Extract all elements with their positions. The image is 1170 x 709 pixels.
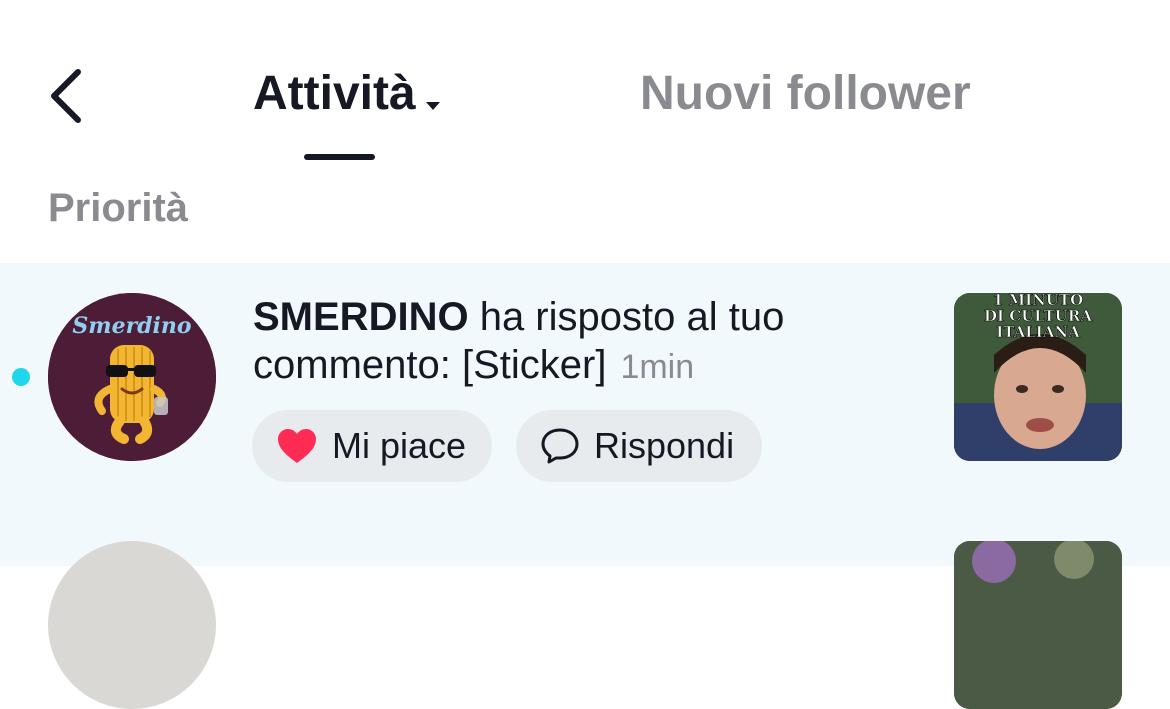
video-thumbnail-image: 1 MINUTO DI CULTURA ITALIANA [954, 293, 1122, 461]
thumbnail-caption-line-3: ITALIANA [996, 323, 1080, 341]
reply-button-label: Rispondi [594, 425, 735, 466]
tab-activity-label: Attività [253, 67, 416, 120]
notification-time: 1min [620, 348, 695, 386]
back-button[interactable] [44, 66, 92, 126]
video-thumbnail[interactable]: 1 MINUTO DI CULTURA ITALIANA [954, 293, 1122, 461]
avatar-logo-text: Smerdino [72, 313, 191, 339]
pasta-mascot-avatar-icon: Smerdino [48, 293, 216, 461]
avatar[interactable]: Smerdino [48, 293, 216, 461]
like-button[interactable]: Mi piace [252, 410, 492, 482]
heart-icon [278, 429, 316, 463]
next-notification-text-clipped [253, 543, 893, 573]
tab-activity[interactable]: Attività [253, 66, 442, 124]
unread-indicator [12, 368, 30, 386]
comment-bubble-icon [541, 428, 579, 464]
next-thumbnail-image [954, 541, 1122, 709]
tab-new-followers-label: Nuovi follower [640, 67, 971, 120]
top-navigation-bar: Attività Nuovi follower [0, 0, 1170, 180]
like-button-label: Mi piace [332, 425, 467, 466]
notification-username[interactable]: SMERDINO [253, 295, 469, 339]
notification-text[interactable]: SMERDINO ha risposto al tuo commento: [S… [253, 293, 893, 391]
chevron-left-icon [51, 69, 81, 123]
active-tab-indicator [304, 154, 375, 160]
tab-new-followers[interactable]: Nuovi follower [640, 66, 971, 121]
next-notification-avatar[interactable] [48, 541, 216, 709]
reply-button[interactable]: Rispondi [516, 410, 762, 482]
caret-down-icon [424, 69, 442, 124]
notification-item[interactable]: Smerdino SMERDINO ha risposto al tuo com… [0, 263, 1170, 709]
next-notification-thumbnail[interactable] [954, 541, 1122, 709]
section-title-priority: Priorità [48, 186, 189, 230]
